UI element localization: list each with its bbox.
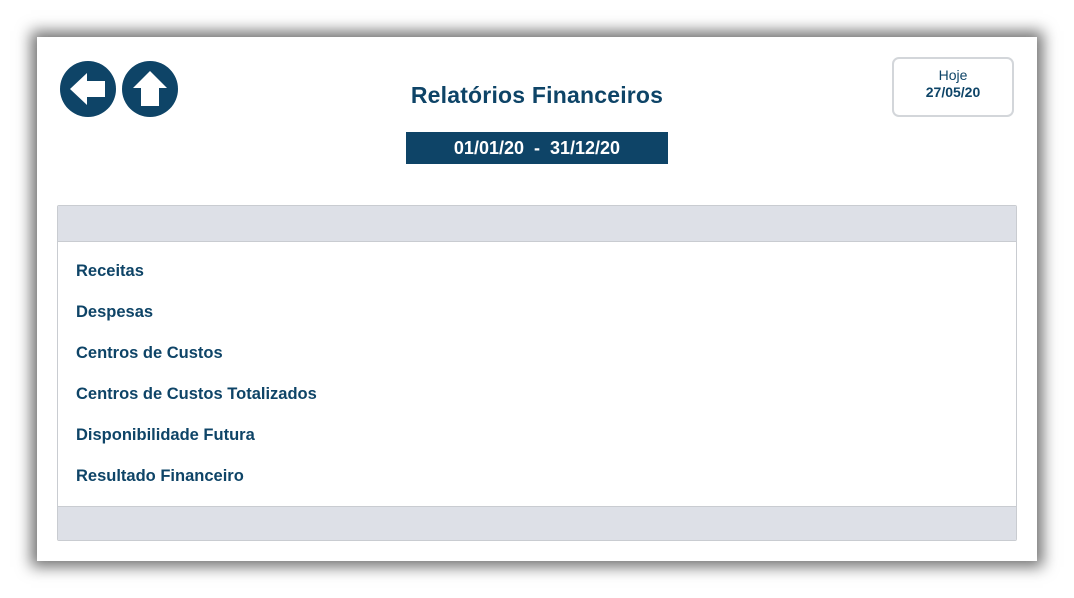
- report-item-receitas[interactable]: Receitas: [58, 260, 1016, 301]
- report-item-label: Centros de Custos Totalizados: [76, 385, 317, 403]
- report-item-label: Receitas: [76, 262, 144, 280]
- panel-header: [58, 206, 1016, 242]
- report-item-centros-de-custos[interactable]: Centros de Custos: [58, 342, 1016, 383]
- today-label: Hoje: [938, 67, 968, 83]
- report-item-label: Centros de Custos: [76, 344, 223, 362]
- date-range-selector[interactable]: 01/01/20 - 31/12/20: [406, 132, 668, 164]
- panel-footer: [58, 506, 1016, 540]
- page-background: Relatórios Financeiros 01/01/20 - 31/12/…: [0, 0, 1074, 598]
- report-item-label: Disponibilidade Futura: [76, 426, 255, 444]
- today-box: Hoje 27/05/20: [892, 57, 1014, 117]
- report-item-disponibilidade-futura[interactable]: Disponibilidade Futura: [58, 424, 1016, 465]
- report-item-despesas[interactable]: Despesas: [58, 301, 1016, 342]
- reports-panel: Receitas Despesas Centros de Custos Cent…: [57, 205, 1017, 541]
- report-item-label: Resultado Financeiro: [76, 467, 244, 485]
- page-title: Relatórios Financeiros: [410, 82, 664, 108]
- report-item-label: Despesas: [76, 303, 154, 321]
- report-item-centros-de-custos-totalizados[interactable]: Centros de Custos Totalizados: [58, 383, 1016, 424]
- today-date: 27/05/20: [925, 84, 981, 100]
- report-list: Receitas Despesas Centros de Custos Cent…: [58, 242, 1016, 506]
- report-item-resultado-financeiro[interactable]: Resultado Financeiro: [58, 465, 1016, 506]
- report-window: Relatórios Financeiros 01/01/20 - 31/12/…: [37, 37, 1037, 561]
